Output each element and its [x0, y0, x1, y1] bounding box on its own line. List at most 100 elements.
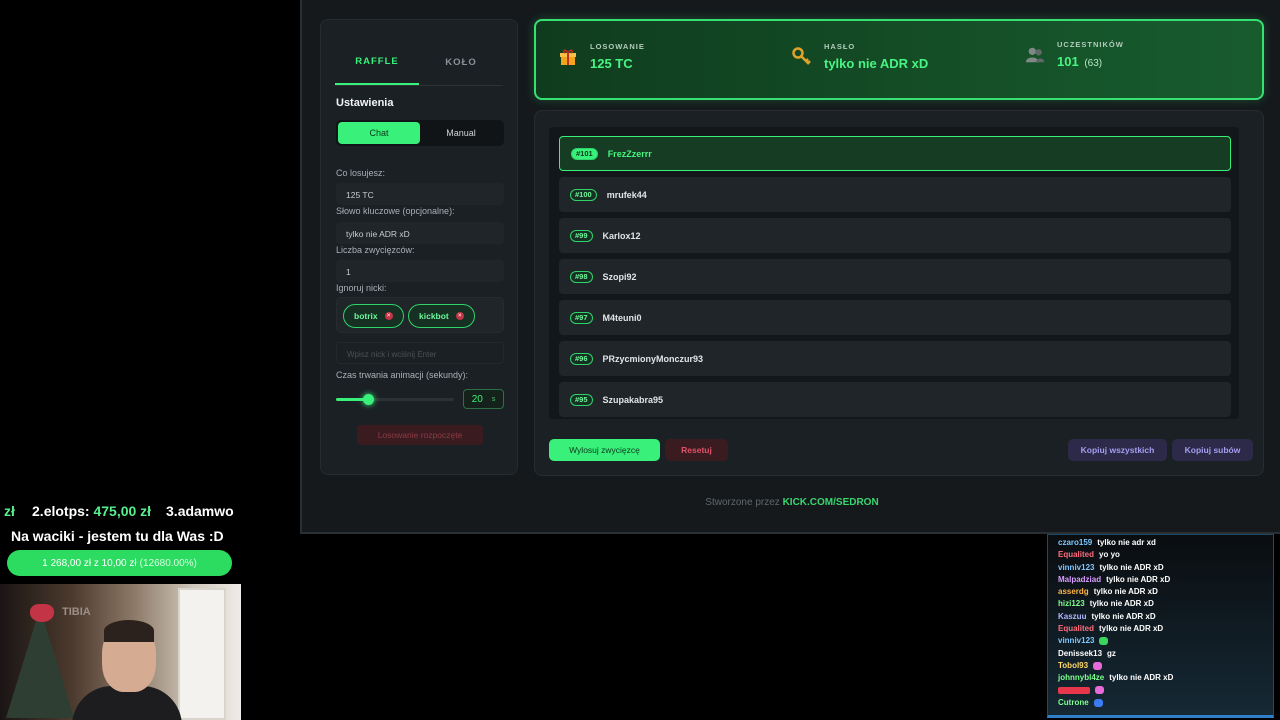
prize-input[interactable]: 125 TC	[336, 183, 504, 205]
chat-username[interactable]: Kaszuu	[1058, 612, 1086, 621]
chat-username[interactable]: Denissek13	[1058, 649, 1102, 658]
chat-message: Equalited yo yo	[1058, 549, 1273, 561]
winner-row[interactable]: #101 FrezZzerrr	[559, 136, 1231, 171]
chat-username[interactable]: Malpadziad	[1058, 575, 1101, 584]
chat-username[interactable]: Equalited	[1058, 550, 1094, 559]
credits-prefix: Stworzone przez	[705, 497, 783, 508]
chat-overlay: czaro159 tylko nie adr xd Equalited yo yo vi…	[1047, 534, 1274, 718]
remove-chip-icon[interactable]: ×	[455, 312, 464, 320]
tab-raffle[interactable]: RAFFLE	[335, 40, 419, 85]
chat-text: gz	[1107, 648, 1116, 658]
slider-thumb[interactable]	[362, 394, 374, 405]
stream-screen: RAFFLE KOŁO Ustawienia Chat Manual Co lo…	[0, 0, 1280, 720]
chat-message: hizi123 tylko nie ADR xD	[1058, 598, 1273, 610]
chat-text: tylko nie ADR xD	[1099, 562, 1164, 572]
participants-stat-label: UCZESTNIKÓW	[1057, 40, 1124, 49]
donor-amount: 475,00 zł	[93, 503, 152, 519]
copy-subs-button[interactable]: Kopiuj subów	[1172, 439, 1253, 461]
tab-wheel[interactable]: KOŁO	[419, 40, 503, 85]
chat-text: tylko nie ADR xD	[1089, 599, 1154, 609]
copy-all-button[interactable]: Kopiuj wszystkich	[1068, 439, 1167, 461]
start-status-button[interactable]: Losowanie rozpoczęte	[357, 425, 483, 445]
participant-number: #101	[571, 147, 598, 160]
chat-message: Kaszuu tylko nie ADR xD	[1058, 611, 1273, 623]
password-stat-value: tylko nie ADR xD	[824, 56, 929, 71]
donor-2: 2.elotps: 475,00 zł	[32, 503, 151, 519]
emote-icon	[1093, 661, 1103, 670]
donor-amount: zł	[4, 503, 15, 519]
chat-message: Equalited tylko nie ADR xD	[1058, 623, 1273, 635]
chat-text: tylko nie ADR xD	[1099, 624, 1164, 634]
chat-message: vinniv123 tylko nie ADR xD	[1058, 562, 1273, 574]
gift-icon	[558, 47, 578, 67]
participant-row[interactable]: #99 Karlox12	[559, 218, 1231, 253]
mode-tabs: RAFFLE KOŁO	[335, 40, 503, 86]
keyword-input[interactable]: tylko nie ADR xD	[336, 222, 504, 244]
chat-mode-button[interactable]: Chat	[338, 122, 420, 144]
participants-card: #101 FrezZzerrr #100 mrufek44 #99 Karlox12 #98…	[534, 110, 1264, 476]
participants-stat-value: 101 (63)	[1057, 54, 1124, 69]
reset-button[interactable]: Resetuj	[665, 439, 728, 461]
chat-message: Cutrone	[1058, 697, 1273, 709]
chat-text: tylko nie ADR xD	[1109, 673, 1174, 683]
participant-row[interactable]: #97 M4teuni0	[559, 300, 1231, 335]
participant-number: #97	[570, 311, 593, 324]
participant-name: FrezZzerrr	[607, 148, 652, 159]
chat-username[interactable]: czaro159	[1058, 538, 1092, 547]
users-icon	[1025, 45, 1045, 65]
chat-text: yo yo	[1099, 550, 1120, 560]
ignore-list: botrix × kickbot ×	[336, 297, 504, 333]
wall-logo: TIBIA	[62, 606, 91, 618]
chat-username[interactable]: Tobol93	[1058, 661, 1088, 670]
ignore-nick-input[interactable]: Wpisz nick i wciśnij Enter	[336, 342, 504, 364]
participant-number: #99	[570, 229, 593, 242]
chat-username[interactable]: johnnybl4ze	[1058, 673, 1104, 682]
donor-rank: 3.	[166, 503, 178, 519]
donor-3: 3.adamwo	[166, 503, 234, 519]
participant-row[interactable]: #95 Szupakabra95	[559, 382, 1231, 417]
chat-username[interactable]: hizi123	[1058, 599, 1085, 608]
participant-name: Szupakabra95	[602, 394, 664, 405]
duration-input[interactable]: 20 s	[463, 389, 504, 409]
chip-label: botrix	[354, 311, 378, 321]
participant-row[interactable]: #100 mrufek44	[559, 177, 1231, 212]
participant-row[interactable]: #96 PRzycmionyMonczur93	[559, 341, 1231, 376]
emote-icon	[1099, 637, 1109, 646]
chat-text: tylko nie ADR xD	[1091, 611, 1156, 621]
remove-chip-icon[interactable]: ×	[384, 312, 393, 320]
chip-label: kickbot	[419, 311, 449, 321]
christmas-tree	[6, 608, 74, 718]
goal-amount: 1 268,00 zł z 10,00 zł	[42, 557, 137, 569]
duration-slider[interactable]	[336, 394, 454, 406]
chat-username[interactable]	[1058, 686, 1090, 694]
password-stat: HASŁO tylko nie ADR xD	[792, 42, 928, 71]
participant-number: #98	[570, 270, 593, 283]
participant-row[interactable]: #98 Szopi92	[559, 259, 1231, 294]
ribbon-bow	[30, 604, 54, 622]
emote-icon	[1095, 686, 1104, 695]
chat-message	[1058, 685, 1273, 697]
chat-username[interactable]: vinniv123	[1058, 563, 1094, 572]
duration-value: 20	[471, 393, 483, 405]
chat-text: tylko nie adr xd	[1097, 538, 1156, 547]
chat-username[interactable]: vinniv123	[1058, 636, 1094, 645]
winners-input[interactable]: 1	[336, 260, 504, 282]
webcam-feed: TIBIA	[0, 584, 241, 720]
prize-stat: LOSOWANIE 125 TC	[558, 42, 645, 71]
chat-username[interactable]: Equalited	[1058, 624, 1094, 633]
chat-message: Denissek13 gz	[1058, 648, 1273, 660]
credits-link[interactable]: KICK.COM/SEDRON	[783, 497, 879, 508]
chat-username[interactable]: Cutrone	[1058, 698, 1089, 707]
ignore-chip: botrix ×	[343, 304, 404, 328]
participant-name: Karlox12	[602, 230, 641, 241]
chat-text: tylko nie ADR xD	[1106, 574, 1171, 584]
ignore-chip: kickbot ×	[408, 304, 475, 328]
draw-winner-button[interactable]: Wylosuj zwycięzcę	[549, 439, 660, 461]
manual-mode-button[interactable]: Manual	[420, 122, 502, 144]
participant-number: #100	[570, 188, 597, 201]
chat-username[interactable]: asserdg	[1058, 587, 1089, 596]
participants-list[interactable]: #101 FrezZzerrr #100 mrufek44 #99 Karlox12 #98…	[549, 127, 1239, 419]
participant-name: mrufek44	[606, 189, 647, 200]
donor-name: adamwo	[177, 503, 234, 519]
goal-percent: (12680.00%)	[139, 557, 197, 569]
